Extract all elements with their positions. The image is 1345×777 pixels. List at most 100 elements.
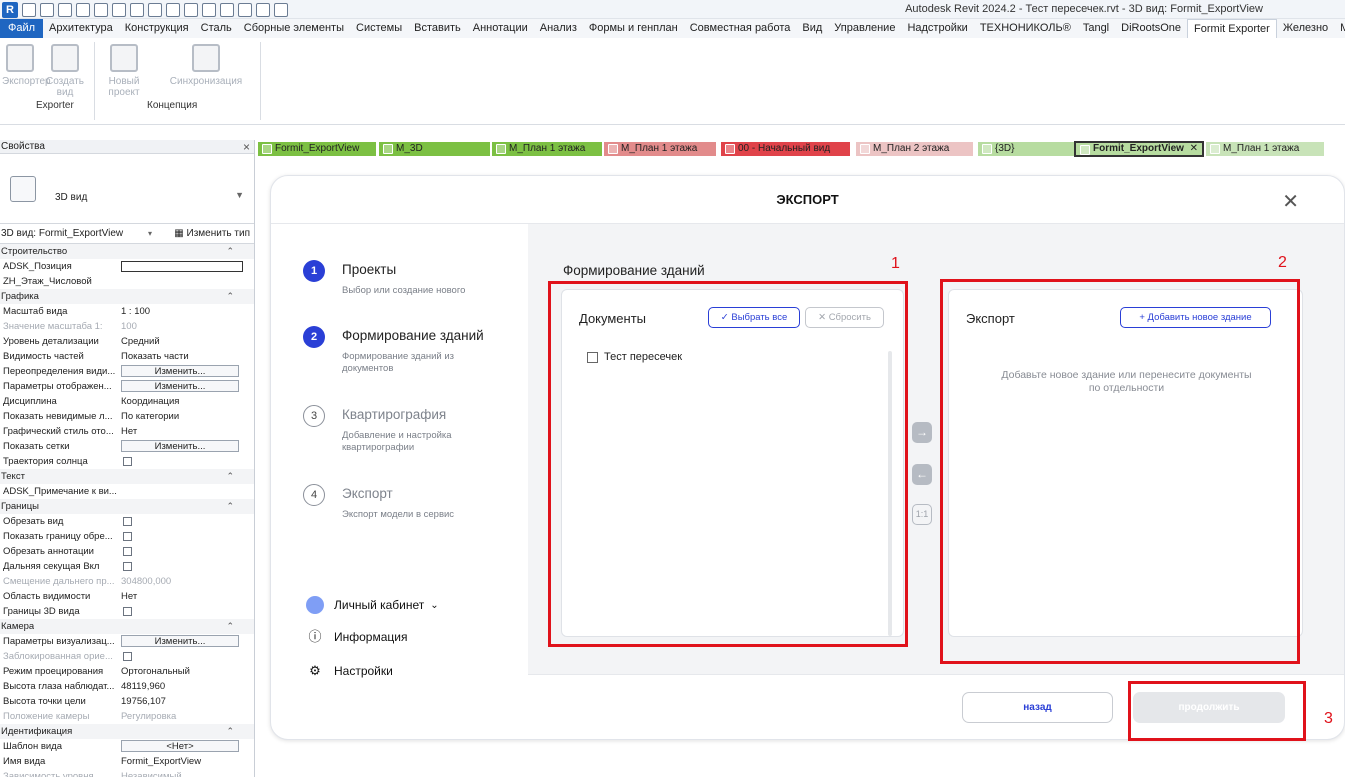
move-right-button[interactable]: → [912, 422, 932, 443]
collapse-icon[interactable]: ⌃ [226, 244, 234, 259]
property-value: Ортогональный [121, 666, 190, 677]
step-title: Экспорт [342, 486, 393, 501]
ribbon-tab[interactable]: Tangl [1077, 19, 1115, 38]
view-tab[interactable]: M_3D [379, 142, 490, 156]
one-to-one-button[interactable]: 1:1 [912, 504, 932, 525]
close-tab-icon[interactable]: ✕ [1190, 143, 1198, 155]
redo-icon[interactable] [112, 2, 126, 17]
close-hidden-icon[interactable] [256, 2, 270, 17]
collapse-icon[interactable]: ⌃ [226, 499, 234, 514]
property-edit-button[interactable]: Изменить... [121, 380, 239, 392]
property-checkbox[interactable] [123, 652, 132, 661]
ribbon-tab[interactable]: Системы [350, 19, 408, 38]
collapse-icon[interactable]: ⌃ [226, 469, 234, 484]
ribbon-tab[interactable]: ModPlus [1334, 19, 1345, 38]
tag-icon[interactable] [166, 2, 180, 17]
collapse-icon[interactable]: ⌃ [226, 619, 234, 634]
ribbon-tab[interactable]: ТЕХНОНИКОЛЬ® [974, 19, 1077, 38]
close-icon[interactable]: × [243, 140, 250, 154]
ribbon-tab[interactable]: Вид [796, 19, 828, 38]
ribbon-tab[interactable]: Совместная работа [684, 19, 797, 38]
collapse-icon[interactable]: ⌃ [226, 289, 234, 304]
property-checkbox[interactable] [123, 607, 132, 616]
section-icon[interactable] [220, 2, 234, 17]
view-tab[interactable]: М_План 1 этажа [492, 142, 602, 156]
ribbon-tab[interactable]: Управление [828, 19, 901, 38]
print-icon[interactable] [130, 2, 144, 17]
view-tab[interactable]: М_План 1 этажа [604, 142, 716, 156]
3d-view-icon[interactable] [202, 2, 216, 17]
ribbon-tab[interactable]: Архитектура [43, 19, 119, 38]
collapse-icon[interactable]: ⌃ [226, 724, 234, 739]
account-link[interactable]: Личный кабинет ⌄ [306, 596, 439, 614]
new-project-button[interactable]: Новый проект [96, 44, 152, 98]
property-edit-button[interactable]: Изменить... [121, 440, 239, 452]
ribbon-tab[interactable]: DiRootsOne [1115, 19, 1187, 38]
view-type-icon [725, 144, 735, 154]
property-edit-button[interactable]: Изменить... [121, 365, 239, 377]
text-icon[interactable] [184, 2, 198, 17]
property-row: Показать границу обре... [0, 529, 254, 544]
back-button[interactable]: назад [962, 692, 1113, 723]
sync-button[interactable]: Синхронизация [154, 44, 258, 87]
folder-icon[interactable] [40, 2, 54, 17]
view-tab[interactable]: М_План 1 этажа [1206, 142, 1324, 156]
property-section[interactable]: Идентификация ⌃ [0, 724, 254, 739]
property-section[interactable]: Графика ⌃ [0, 289, 254, 304]
measure-icon[interactable] [148, 2, 162, 17]
view-tab[interactable]: {3D} [978, 142, 1080, 156]
view-tab[interactable]: 00 - Начальный вид [721, 142, 850, 156]
property-text-input[interactable] [121, 261, 243, 272]
revit-logo[interactable]: R [2, 1, 18, 18]
ribbon-tab[interactable]: Файл [0, 19, 44, 38]
property-checkbox[interactable] [123, 562, 132, 571]
save-icon[interactable] [58, 2, 72, 17]
property-section[interactable]: Границы ⌃ [0, 499, 254, 514]
ribbon-tab[interactable]: Сталь [195, 19, 238, 38]
switch-windows-icon[interactable] [274, 2, 288, 17]
property-row: Масштаб вида 1 : 100 [0, 304, 254, 319]
exporter-button[interactable]: Экспортер [2, 44, 51, 87]
view-tab[interactable]: Formit_ExportView [258, 142, 376, 156]
property-edit-button[interactable]: Изменить... [121, 635, 239, 647]
ribbon-tab[interactable]: Формы и генплан [583, 19, 684, 38]
properties-header: Свойства × [0, 140, 254, 154]
annotation-number-1: 1 [891, 255, 900, 272]
view-tab[interactable]: М_План 2 этажа [856, 142, 973, 156]
property-checkbox[interactable] [123, 517, 132, 526]
ribbon-tab[interactable]: Сборные элементы [238, 19, 350, 38]
ribbon-tab[interactable]: Вставить [408, 19, 467, 38]
ribbon-tab[interactable]: Конструкция [119, 19, 195, 38]
step-number: 3 [303, 405, 325, 427]
property-name: Заблокированная орие... [3, 651, 113, 662]
property-section[interactable]: Строительство ⌃ [0, 244, 254, 259]
undo-icon[interactable] [94, 2, 108, 17]
property-checkbox[interactable] [123, 457, 132, 466]
property-name: Границы 3D вида [3, 606, 80, 617]
ribbon-tab[interactable]: Аннотации [467, 19, 534, 38]
property-row: ADSK_Позиция [0, 259, 254, 274]
property-section[interactable]: Камера ⌃ [0, 619, 254, 634]
info-link[interactable]: ⓘ Информация [306, 628, 407, 646]
open-icon[interactable] [22, 2, 36, 17]
view-instance-selector[interactable]: 3D вид: Formit_ExportView ▾ ▦ Изменить т… [0, 224, 254, 244]
move-left-button[interactable]: ← [912, 464, 932, 485]
sync-icon[interactable] [76, 2, 90, 17]
create-view-button[interactable]: Создать вид [40, 44, 90, 98]
property-edit-button[interactable]: <Нет> [121, 740, 239, 752]
thin-lines-icon[interactable] [238, 2, 252, 17]
edit-type-button[interactable]: ▦ Изменить тип [174, 224, 250, 244]
settings-link[interactable]: ⚙ Настройки [306, 662, 393, 680]
step-description: Формирование зданий из документов [342, 351, 455, 374]
type-selector[interactable]: 3D вид ▼ [0, 154, 254, 224]
step-number: 1 [303, 260, 325, 282]
close-icon[interactable]: ✕ [1282, 189, 1299, 214]
ribbon-tab[interactable]: Железно [1277, 19, 1334, 38]
property-checkbox[interactable] [123, 547, 132, 556]
ribbon-tab[interactable]: Анализ [534, 19, 583, 38]
ribbon-tab[interactable]: Надстройки [901, 19, 973, 38]
view-tab[interactable]: Formit_ExportView ✕ [1074, 141, 1204, 157]
ribbon-tab[interactable]: Formit Exporter [1187, 19, 1277, 38]
property-checkbox[interactable] [123, 532, 132, 541]
property-section[interactable]: Текст ⌃ [0, 469, 254, 484]
